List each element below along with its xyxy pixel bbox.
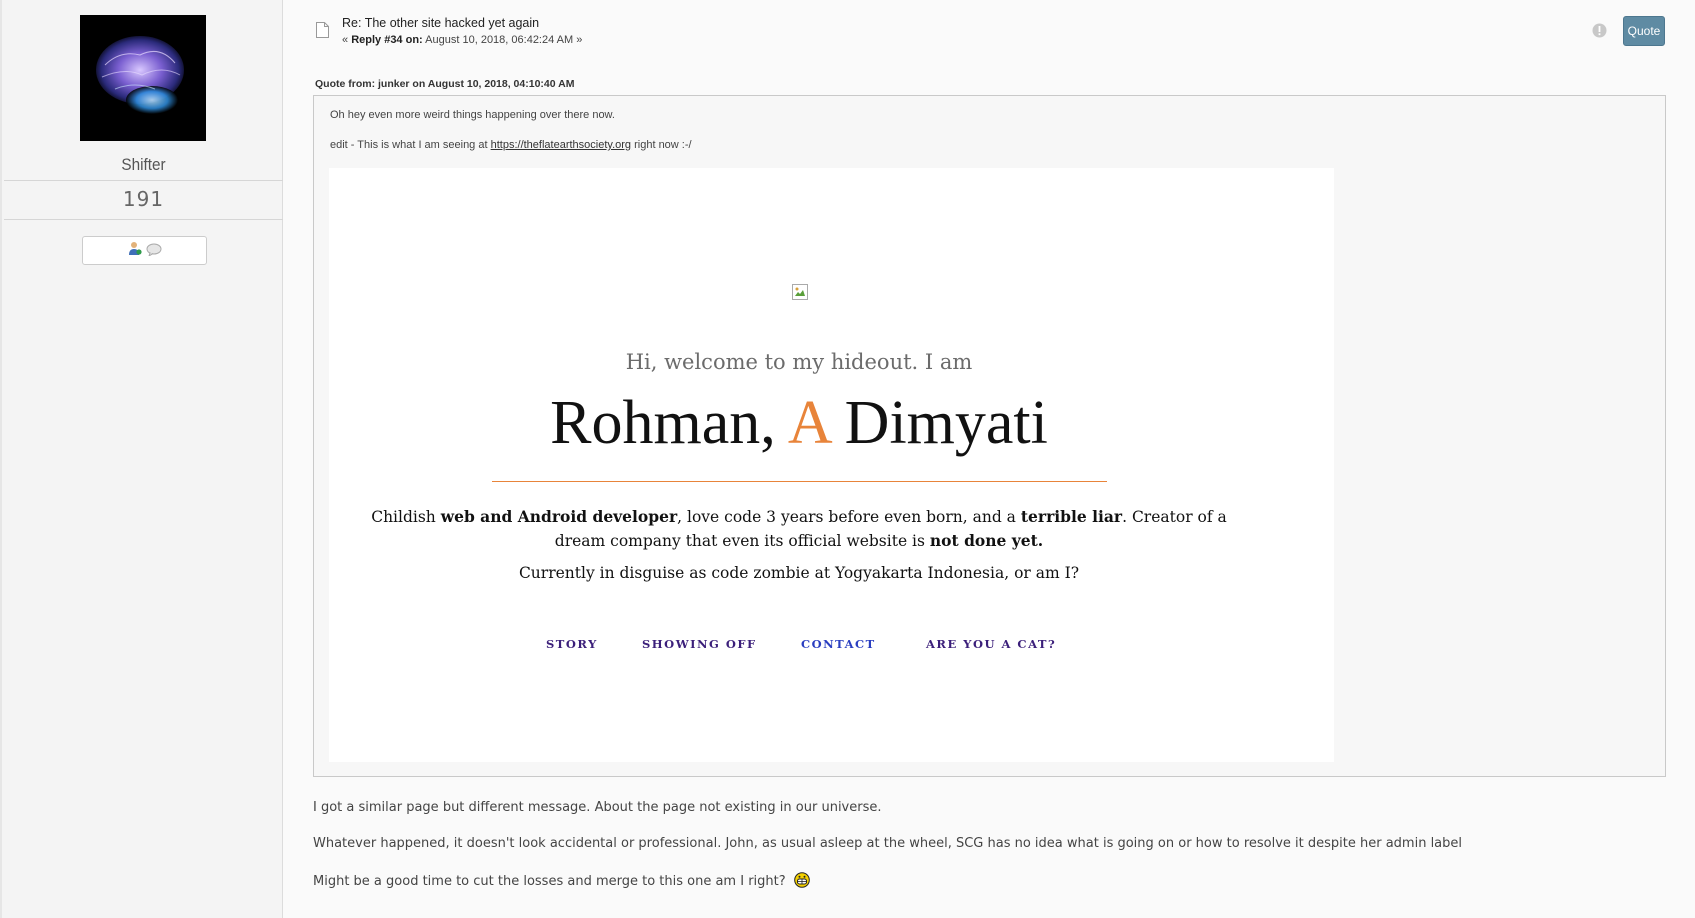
embedded-screenshot: Hi, welcome to my hideout. I am Rohman, … xyxy=(329,168,1334,762)
message-icon[interactable] xyxy=(146,241,162,260)
name-part2: Dimyati xyxy=(844,389,1048,457)
grin-emoji-icon xyxy=(793,872,810,888)
quote-header[interactable]: Quote from: junker on August 10, 2018, 0… xyxy=(315,78,574,90)
post-content-area: Re: The other site hacked yet again « Re… xyxy=(283,0,1695,918)
post-subject[interactable]: Re: The other site hacked yet again xyxy=(342,16,539,30)
avatar[interactable] xyxy=(80,15,206,141)
bio-bold: terrible liar xyxy=(1020,507,1123,526)
quote-text-suffix: right now :-/ xyxy=(634,139,692,151)
location-text: Currently in disguise as code zombie at … xyxy=(518,564,1080,582)
post-paragraph: Might be a good time to cut the losses a… xyxy=(313,872,810,889)
reply-prefix: « xyxy=(342,34,349,46)
quote-text-prefix: edit - This is what I am seeing at xyxy=(330,139,488,151)
broken-image-icon xyxy=(792,284,808,300)
divider xyxy=(4,219,283,220)
bio-part: Childish xyxy=(371,508,436,526)
orange-divider xyxy=(492,481,1107,482)
profile-icon[interactable] xyxy=(128,241,142,260)
quoted-message: Oh hey even more weird things happening … xyxy=(313,95,1666,777)
reply-info: « Reply #34 on: August 10, 2018, 06:42:2… xyxy=(342,34,582,46)
name-part1: Rohman, xyxy=(550,389,776,457)
reply-suffix: » xyxy=(576,34,583,46)
hacker-name: Rohman, A Dimyati xyxy=(329,388,1269,459)
post-count: 191 xyxy=(122,187,165,211)
post-paragraph-text: Might be a good time to cut the losses a… xyxy=(313,874,786,889)
profile-actions xyxy=(82,236,207,265)
nav-are-you-a-cat[interactable]: ARE YOU A CAT? xyxy=(926,637,1056,651)
divider xyxy=(4,180,283,181)
name-accent: A xyxy=(787,389,830,457)
flatearth-link[interactable]: https://theflatearthsociety.org xyxy=(491,139,631,151)
post-icon xyxy=(316,22,329,38)
bio-text: Childish web and Android developer, love… xyxy=(349,505,1249,553)
nav-showing-off[interactable]: SHOWING OFF xyxy=(642,637,757,651)
welcome-text: Hi, welcome to my hideout. I am xyxy=(625,350,973,374)
quote-text: Oh hey even more weird things happening … xyxy=(330,109,615,121)
nav-story[interactable]: STORY xyxy=(546,637,598,651)
username[interactable]: Shifter xyxy=(16,155,271,175)
quote-text: edit - This is what I am seeing at https… xyxy=(330,139,692,151)
bio-part: , love code 3 years before even born, an… xyxy=(677,508,1016,526)
post-paragraph: I got a similar page but different messa… xyxy=(313,800,882,815)
poster-sidebar: Shifter 191 xyxy=(0,0,283,918)
post-paragraph: Whatever happened, it doesn't look accid… xyxy=(313,836,1463,851)
bio-bold: web and Android developer xyxy=(440,507,678,526)
quote-button[interactable]: Quote xyxy=(1623,16,1665,46)
report-icon[interactable] xyxy=(1592,23,1607,38)
bio-bold: not done yet. xyxy=(929,531,1044,550)
nav-contact[interactable]: CONTACT xyxy=(801,637,876,651)
reply-date: August 10, 2018, 06:42:24 AM xyxy=(425,34,574,46)
reply-label[interactable]: Reply #34 on: xyxy=(351,34,423,46)
